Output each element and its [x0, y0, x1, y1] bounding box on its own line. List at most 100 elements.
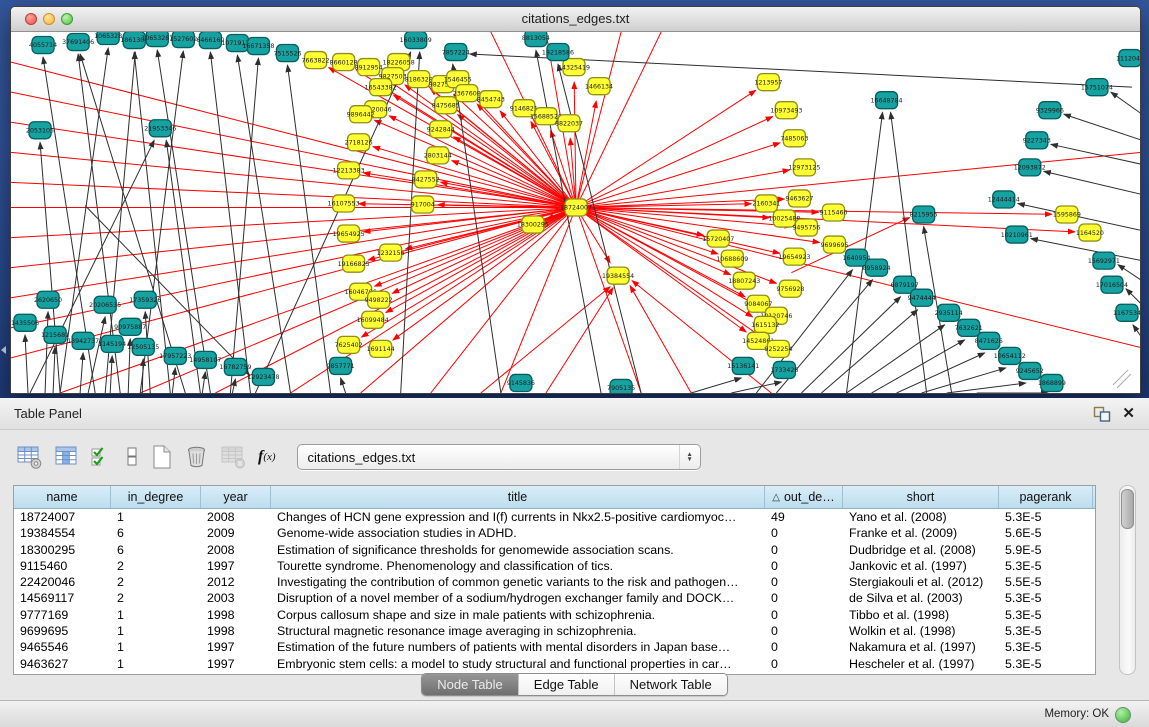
- svg-text:7485063: 7485063: [780, 135, 808, 142]
- svg-text:16033809: 16033809: [400, 37, 432, 44]
- svg-text:10210961: 10210961: [1001, 232, 1033, 239]
- table-cell: de Silva et al. (2003): [843, 590, 999, 606]
- column-header-out_de[interactable]: △out_de…: [765, 486, 843, 508]
- network-window-titlebar[interactable]: citations_edges.txt: [11, 7, 1140, 32]
- table-cell: 5.3E-5: [999, 509, 1093, 525]
- svg-text:2718126: 2718126: [345, 140, 373, 147]
- delete-column-button[interactable]: [184, 443, 209, 471]
- table-cell: 0: [765, 656, 843, 672]
- delete-table-button[interactable]: [220, 443, 247, 471]
- svg-text:10973493: 10973493: [770, 107, 802, 114]
- tab-network-table[interactable]: Network Table: [614, 674, 727, 695]
- table-row[interactable]: 1830029562008Estimation of significance …: [14, 542, 1095, 558]
- citation-network-graph[interactable]: 1872400718300295766382286601288912954182…: [11, 32, 1140, 393]
- close-traffic-light-button[interactable]: [25, 13, 37, 25]
- table-cell: 0: [765, 574, 843, 590]
- checklist-icon: [90, 444, 114, 470]
- column-header-pagerank[interactable]: pagerank: [999, 486, 1093, 508]
- table-source-select[interactable]: citations_edges.txt ▲▼: [297, 444, 701, 470]
- column-header-year[interactable]: year: [201, 486, 271, 508]
- svg-text:17957223: 17957223: [159, 353, 191, 360]
- table-row[interactable]: 911546021997Tourette syndrome. Phenomeno…: [14, 558, 1095, 574]
- close-panel-button[interactable]: ✕: [1122, 404, 1135, 422]
- table-row[interactable]: 946362711997Embryonic stem cells: a mode…: [14, 656, 1095, 672]
- table-cell: 1997: [201, 558, 271, 574]
- svg-text:1065328: 1065328: [94, 33, 122, 40]
- column-header-in_degree[interactable]: in_degree: [111, 486, 201, 508]
- svg-text:1466134: 1466134: [585, 83, 613, 90]
- vertical-scrollbar[interactable]: [1119, 485, 1136, 675]
- svg-text:15720407: 15720407: [702, 236, 734, 243]
- table-cell: 0: [765, 623, 843, 639]
- column-header-title[interactable]: title: [271, 486, 765, 508]
- table-row[interactable]: 969969511998Structural magnetic resonanc…: [14, 623, 1095, 639]
- svg-text:1232156: 1232156: [377, 250, 405, 257]
- new-document-icon: [150, 444, 173, 470]
- table-cell: Yano et al. (2008): [843, 509, 999, 525]
- table-cell: Estimation of significance thresholds fo…: [271, 542, 765, 558]
- svg-text:9145836: 9145836: [507, 380, 535, 387]
- svg-text:9498222: 9498222: [365, 297, 393, 304]
- svg-text:17359326: 17359326: [129, 297, 161, 304]
- table-cell: 9699695: [14, 623, 111, 639]
- tab-node-table[interactable]: Node Table: [422, 674, 518, 695]
- column-header-label: short: [907, 490, 935, 504]
- svg-text:8912954: 8912954: [355, 64, 383, 71]
- column-header-name[interactable]: name: [14, 486, 111, 508]
- column-header-label: out_de…: [784, 490, 835, 504]
- table-row[interactable]: 1938455462009Genome-wide association stu…: [14, 525, 1095, 541]
- svg-text:19166825: 19166825: [338, 261, 370, 268]
- table-cell: 6: [111, 542, 201, 558]
- table-cell: 2012: [201, 574, 271, 590]
- create-column-button[interactable]: [150, 443, 173, 471]
- scrollbar-thumb[interactable]: [1121, 489, 1134, 529]
- table-cell: 18300295: [14, 542, 111, 558]
- delete-table-icon: [220, 444, 247, 470]
- float-window-icon: [1093, 406, 1111, 422]
- west-panel-collapse-arrow-icon[interactable]: [1, 346, 6, 354]
- svg-text:9699695: 9699695: [820, 242, 848, 249]
- svg-text:1691144: 1691144: [367, 346, 395, 353]
- svg-text:7632621: 7632621: [955, 325, 983, 332]
- float-panel-button[interactable]: [1093, 406, 1111, 422]
- table-header-row: namein_degreeyeartitle△out_de… short pager…: [14, 486, 1095, 509]
- table-cell: 0: [765, 525, 843, 541]
- network-canvas[interactable]: 1872400718300295766382286601288912954182…: [11, 32, 1140, 393]
- network-window[interactable]: citations_edges.txt 18724007183002957663…: [10, 6, 1141, 394]
- table-cell: Tibbo et al. (1998): [843, 607, 999, 623]
- tab-edge-table[interactable]: Edge Table: [518, 674, 614, 695]
- table-cell: 2: [111, 574, 201, 590]
- table-cell: 2003: [201, 590, 271, 606]
- table-row[interactable]: 946554611997Estimation of the future num…: [14, 639, 1095, 655]
- table-row[interactable]: 1456911722003Disruption of a novel membe…: [14, 590, 1095, 606]
- svg-text:2053105: 2053105: [26, 127, 54, 134]
- svg-text:16671358: 16671358: [242, 43, 274, 50]
- svg-text:1595869: 1595869: [1053, 212, 1081, 219]
- minimize-traffic-light-button[interactable]: [43, 13, 55, 25]
- column-header-short[interactable]: short: [843, 486, 999, 508]
- table-row[interactable]: 2242004622012Investigating the contribut…: [14, 574, 1095, 590]
- table-settings-icon: [16, 444, 43, 470]
- table-cell: 49: [765, 509, 843, 525]
- table-cell: Dudbridge et al. (2008): [843, 542, 999, 558]
- row-height-button[interactable]: [125, 443, 139, 471]
- svg-text:12505135: 12505135: [127, 344, 159, 351]
- memory-status-indicator[interactable]: [1115, 707, 1131, 723]
- show-columns-button[interactable]: [54, 443, 79, 471]
- table-row[interactable]: 1872400712008Changes of HCN gene express…: [14, 509, 1095, 525]
- table-cell: 9115460: [14, 558, 111, 574]
- svg-text:8471626: 8471626: [975, 338, 1003, 345]
- table-mode-button[interactable]: [16, 443, 43, 471]
- table-cell: Stergiakouli et al. (2012): [843, 574, 999, 590]
- svg-text:6879197: 6879197: [891, 282, 919, 289]
- svg-text:1167534: 1167534: [1113, 310, 1140, 317]
- table-cell: 1: [111, 607, 201, 623]
- zoom-traffic-light-button[interactable]: [61, 13, 73, 25]
- svg-text:16648784: 16648784: [871, 97, 903, 104]
- table-row[interactable]: 977716911998Corpus callosum shape and si…: [14, 607, 1095, 623]
- function-builder-button[interactable]: f(x): [258, 443, 276, 471]
- svg-text:17016504: 17016504: [1096, 282, 1128, 289]
- table-cell: 2009: [201, 525, 271, 541]
- select-columns-button[interactable]: [90, 443, 114, 471]
- svg-text:2935114: 2935114: [935, 310, 963, 317]
